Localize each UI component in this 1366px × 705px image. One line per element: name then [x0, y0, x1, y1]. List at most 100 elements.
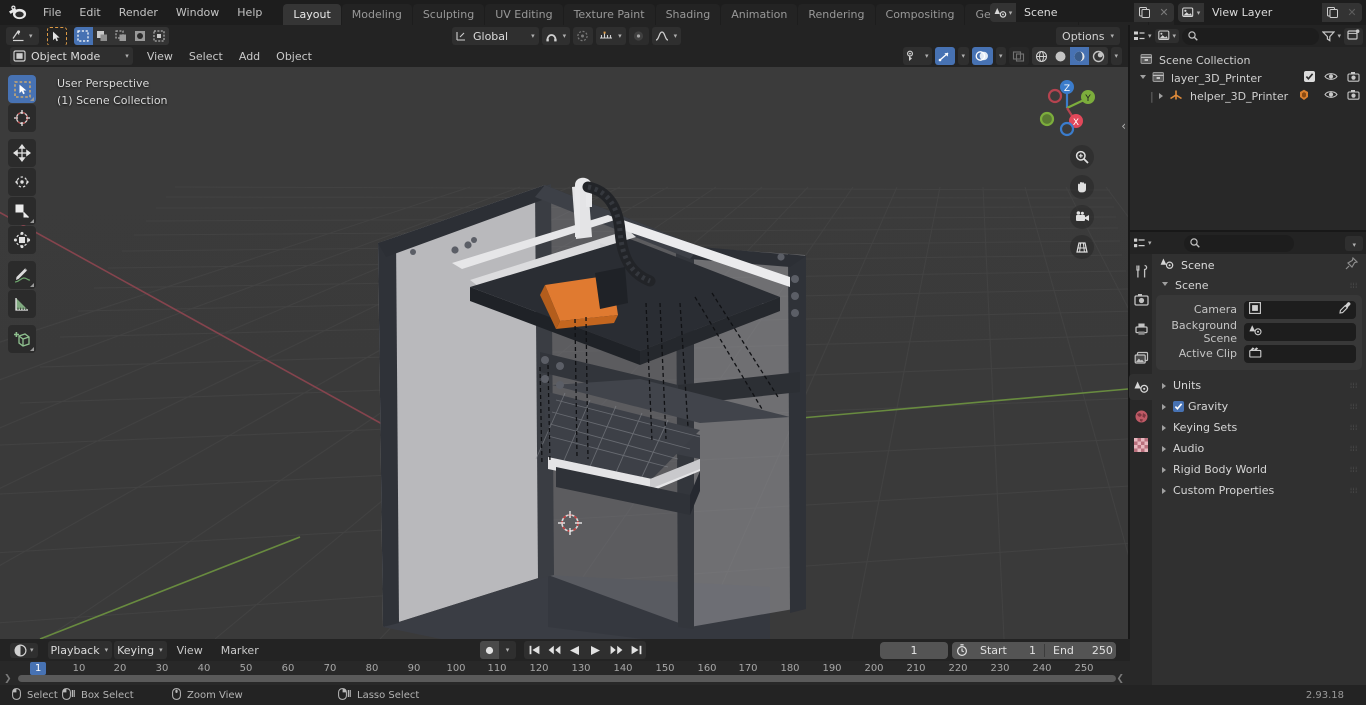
3d-viewport[interactable]: User Perspective (1) Scene Collection Z … — [0, 67, 1128, 639]
timeline-scrollbar[interactable]: ❯ ❮ — [0, 674, 1130, 684]
proportional-editing-toggle[interactable] — [573, 27, 594, 45]
scroll-right-arrow-icon[interactable]: ❮ — [1116, 674, 1124, 684]
tab-sculpting[interactable]: Sculpting — [412, 4, 485, 25]
xray-toggle[interactable] — [1009, 47, 1030, 65]
select-invert-icon[interactable] — [130, 27, 150, 45]
tab-view-layer[interactable] — [1132, 349, 1150, 367]
end-frame-field[interactable]: End 250 — [1044, 643, 1116, 657]
select-intersect-icon[interactable] — [149, 27, 169, 45]
material-preview-icon[interactable] — [1070, 47, 1090, 65]
outliner-row-layer[interactable]: layer_3D_Printer — [1130, 69, 1366, 87]
menu-view[interactable]: View — [139, 48, 181, 65]
tab-shading[interactable]: Shading — [655, 4, 721, 25]
overlays-toggle[interactable] — [971, 47, 993, 65]
start-frame-field[interactable]: Start 1 — [972, 644, 1044, 657]
menu-render[interactable]: Render — [110, 3, 167, 22]
camera-render-icon[interactable] — [1347, 89, 1360, 103]
tab-scene[interactable] — [1129, 374, 1154, 400]
snap-toggle[interactable]: ▾ — [541, 27, 571, 45]
properties-options-dropdown[interactable]: ▾ — [1345, 235, 1363, 251]
copy-icon[interactable] — [1134, 3, 1154, 22]
panel-header-rigid-body-world[interactable]: Rigid Body World ⦙⦙⦙ — [1152, 460, 1366, 479]
active-clip-field[interactable] — [1244, 344, 1356, 363]
outliner-row-helper[interactable]: | helper_3D_Printer — [1130, 87, 1366, 105]
menu-select[interactable]: Select — [181, 48, 231, 65]
viewport-options-dropdown[interactable]: Options ▾ — [1056, 27, 1120, 45]
tab-uv-editing[interactable]: UV Editing — [485, 4, 563, 25]
shading-options-dropdown[interactable]: ▾ — [1111, 47, 1122, 65]
panel-header-scene[interactable]: Scene ⦙⦙⦙ — [1152, 276, 1366, 295]
cursor-tool[interactable] — [8, 104, 36, 132]
panel-header-keying-sets[interactable]: Keying Sets ⦙⦙⦙ — [1152, 418, 1366, 437]
expand-triangle-icon[interactable] — [1140, 74, 1146, 82]
select-extend-icon[interactable] — [92, 27, 112, 45]
camera-render-icon[interactable] — [1347, 71, 1360, 85]
unlink-scene-icon[interactable]: ✕ — [1154, 3, 1174, 22]
add-cube-tool[interactable] — [8, 325, 36, 353]
object-visibility-dropdown[interactable]: ▾ — [902, 47, 933, 65]
next-keyframe-icon[interactable] — [606, 641, 626, 659]
properties-editor-type-icon[interactable]: ▾ — [1133, 237, 1152, 249]
camera-field[interactable] — [1244, 300, 1356, 319]
transform-orientation-dropdown[interactable]: Global ▾ — [452, 27, 539, 45]
scene-name-field[interactable]: Scene — [1016, 3, 1134, 22]
rendered-icon[interactable] — [1089, 47, 1109, 65]
keying-menu[interactable]: Keying ▾ — [114, 641, 167, 659]
new-collection-icon[interactable] — [1344, 27, 1363, 45]
tab-modeling[interactable]: Modeling — [341, 4, 412, 25]
outliner-row-scene-collection[interactable]: Scene Collection — [1130, 51, 1366, 69]
jump-start-icon[interactable] — [524, 641, 544, 659]
move-tool[interactable] — [8, 139, 36, 167]
scroll-left-arrow-icon[interactable]: ❯ — [4, 674, 12, 684]
tab-world[interactable] — [1132, 407, 1150, 425]
mesh-data-icon[interactable] — [1299, 89, 1309, 104]
unlink-viewlayer-icon[interactable]: ✕ — [1342, 3, 1362, 22]
camera-view-icon[interactable] — [1070, 205, 1094, 229]
tab-animation[interactable]: Animation — [721, 4, 798, 25]
menu-add[interactable]: Add — [231, 48, 268, 65]
ortho-persp-icon[interactable] — [1070, 235, 1094, 259]
expand-triangle-icon[interactable] — [1159, 93, 1163, 99]
proportional-falloff-toggle[interactable] — [628, 27, 649, 45]
view-layer-icon[interactable]: ▾ — [1178, 3, 1204, 22]
playback-menu[interactable]: Playback ▾ — [47, 641, 113, 659]
overlays-options-dropdown[interactable]: ▾ — [995, 47, 1007, 65]
prev-keyframe-icon[interactable] — [544, 641, 564, 659]
viewlayer-name-field[interactable]: View Layer — [1204, 3, 1322, 22]
collection-checkbox[interactable] — [1304, 71, 1315, 85]
timeline-view-menu[interactable]: View — [169, 642, 211, 659]
gizmo-options-dropdown[interactable]: ▾ — [958, 47, 969, 65]
eye-icon[interactable] — [1324, 71, 1338, 85]
tab-output[interactable] — [1132, 320, 1150, 338]
smooth-falloff-icon[interactable]: ▾ — [651, 27, 682, 45]
scene-icon[interactable]: ▾ — [990, 3, 1016, 22]
gizmo-toggle[interactable] — [935, 47, 956, 65]
wireframe-icon[interactable] — [1032, 47, 1052, 65]
object-mode-dropdown[interactable]: Object Mode ▾ — [10, 47, 133, 65]
panel-header-audio[interactable]: Audio ⦙⦙⦙ — [1152, 439, 1366, 458]
current-frame-field[interactable]: 1 — [880, 641, 948, 659]
eye-icon[interactable] — [1324, 89, 1338, 103]
tweak-tool[interactable] — [8, 75, 36, 103]
scale-tool[interactable] — [8, 197, 36, 225]
copy-viewlayer-icon[interactable] — [1322, 3, 1342, 22]
record-options-dropdown[interactable]: ▾ — [499, 641, 516, 659]
funnel-icon[interactable]: ▾ — [1322, 30, 1341, 42]
panel-header-units[interactable]: Units ⦙⦙⦙ — [1152, 376, 1366, 395]
blender-logo-icon[interactable] — [6, 4, 28, 22]
menu-edit[interactable]: Edit — [70, 3, 109, 22]
tab-layout[interactable]: Layout — [283, 4, 341, 25]
select-subtract-icon[interactable] — [111, 27, 131, 45]
solid-icon[interactable] — [1051, 47, 1071, 65]
menu-object[interactable]: Object — [268, 48, 320, 65]
timeline-marker-menu[interactable]: Marker — [213, 642, 267, 659]
tab-tool[interactable] — [1132, 262, 1150, 280]
menu-window[interactable]: Window — [167, 3, 228, 22]
snap-increment-icon[interactable]: ▾ — [596, 27, 626, 45]
outliner-display-mode-dropdown[interactable]: ▾ — [1154, 29, 1180, 43]
properties-search-input[interactable] — [1183, 234, 1294, 252]
editor-type-3dview-icon[interactable]: ▾ — [6, 27, 39, 45]
menu-file[interactable]: File — [34, 3, 70, 22]
panel-header-gravity[interactable]: Gravity ⦙⦙⦙ — [1152, 397, 1366, 416]
timeline-editor-type-icon[interactable]: ▾ — [10, 642, 38, 658]
